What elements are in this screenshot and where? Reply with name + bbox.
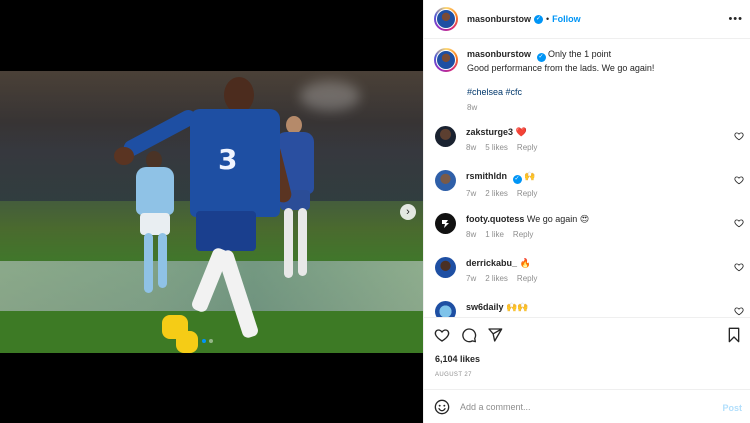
- reply-button[interactable]: Reply: [513, 229, 533, 241]
- reply-button[interactable]: Reply: [517, 188, 537, 200]
- heart-icon[interactable]: [734, 262, 744, 272]
- comment-username[interactable]: derrickabu_: [466, 258, 517, 268]
- stadium-light: [300, 81, 360, 111]
- commenter-avatar[interactable]: [435, 257, 456, 278]
- verified-icon: ✓: [534, 14, 544, 24]
- comment-item: sw6daily 🙌🙌: [435, 301, 750, 317]
- next-arrow-button[interactable]: ›: [400, 204, 416, 220]
- carousel-dot-1: [202, 339, 206, 343]
- heart-icon[interactable]: [734, 306, 744, 316]
- post-caption: masonburstow ✓ Only the 1 point Good per…: [434, 48, 734, 114]
- comment-emoji: 🔥: [519, 258, 531, 268]
- comment-emoji: 🙌: [524, 171, 536, 181]
- comment-text: We go again: [526, 214, 578, 224]
- comment-item: derrickabu_ 🔥 7w 2 likes Reply: [435, 257, 750, 285]
- post-header: masonburstow ✓ • Follow •••: [424, 0, 750, 39]
- caption-username[interactable]: masonburstow: [467, 49, 531, 59]
- comment-emoji: 🙌🙌: [506, 302, 529, 312]
- comment-item: footy.quotess We go again 😍 8w 1 like Re…: [435, 213, 750, 241]
- footy-quotes-logo: [441, 219, 449, 228]
- comment-age: 7w: [466, 189, 477, 198]
- carousel-dot-2: [209, 339, 213, 343]
- carousel-dots: [202, 339, 213, 343]
- verified-icon: ✓: [536, 53, 546, 62]
- caption-age: 8w: [467, 103, 478, 112]
- comment-likes[interactable]: 2 likes: [485, 273, 508, 285]
- follow-button[interactable]: Follow: [552, 14, 581, 24]
- comment-emoji: ❤️: [515, 127, 527, 137]
- shirt-number: 3: [218, 143, 238, 176]
- comment-age: 7w: [466, 274, 477, 283]
- caption-text-line1: Only the 1 point: [548, 49, 612, 59]
- author-username[interactable]: masonburstow: [467, 14, 531, 24]
- post-side-panel: masonburstow ✓ • Follow ••• masonburstow…: [423, 0, 750, 423]
- separator: •: [546, 14, 550, 24]
- heart-icon[interactable]: [734, 175, 744, 185]
- more-options-icon[interactable]: •••: [728, 13, 743, 25]
- reply-button[interactable]: Reply: [517, 142, 537, 154]
- comment-input[interactable]: [460, 401, 710, 412]
- instagram-post-modal: 3 › masonburstow ✓ • Follow ••• masonbur…: [0, 0, 750, 423]
- heart-icon[interactable]: [434, 327, 450, 343]
- comment-username[interactable]: zaksturge3: [466, 127, 513, 137]
- comment-username[interactable]: sw6daily: [466, 302, 504, 312]
- comment-item: rsmithldn ✓ 🙌 7w 2 likes Reply: [435, 170, 750, 200]
- comment-likes[interactable]: 1 like: [485, 229, 504, 241]
- add-comment-bar: Post: [424, 389, 750, 423]
- comment-emoji: 😍: [579, 214, 590, 224]
- post-actions-bar: 6,104 likes AUGUST 27: [424, 317, 750, 389]
- post-photo[interactable]: 3 ›: [0, 71, 423, 353]
- author-avatar[interactable]: [434, 7, 458, 31]
- post-comment-button[interactable]: Post: [722, 403, 742, 413]
- share-icon[interactable]: [487, 327, 503, 343]
- emoji-icon[interactable]: [434, 399, 450, 415]
- comment-item: zaksturge3 ❤️ 8w 5 likes Reply: [435, 126, 750, 154]
- reply-button[interactable]: Reply: [517, 273, 537, 285]
- commenter-avatar[interactable]: [435, 170, 456, 191]
- post-date: AUGUST 27: [435, 372, 472, 378]
- comment-likes[interactable]: 5 likes: [485, 142, 508, 154]
- comment-username[interactable]: rsmithldn: [466, 171, 507, 181]
- comment-username[interactable]: footy.quotess: [466, 214, 524, 224]
- comments-list[interactable]: masonburstow ✓ Only the 1 point Good per…: [424, 40, 750, 317]
- commenter-avatar[interactable]: [435, 301, 456, 317]
- post-media: 3 ›: [0, 0, 423, 423]
- heart-icon[interactable]: [734, 218, 744, 228]
- comment-icon[interactable]: [461, 327, 477, 343]
- comment-likes[interactable]: 2 likes: [485, 188, 508, 200]
- verified-icon: ✓: [512, 175, 522, 184]
- caption-hashtags[interactable]: #chelsea #cfc: [467, 86, 654, 98]
- commenter-avatar[interactable]: [435, 126, 456, 147]
- comment-age: 8w: [466, 143, 477, 152]
- bookmark-icon[interactable]: [726, 327, 742, 343]
- caption-text-line2: Good performance from the lads. We go ag…: [467, 63, 655, 73]
- commenter-avatar[interactable]: [435, 213, 456, 234]
- caption-avatar[interactable]: [434, 48, 458, 72]
- comment-age: 8w: [466, 230, 477, 239]
- likes-count[interactable]: 6,104 likes: [435, 354, 480, 364]
- heart-icon[interactable]: [734, 131, 744, 141]
- pitch-grass: [0, 311, 423, 353]
